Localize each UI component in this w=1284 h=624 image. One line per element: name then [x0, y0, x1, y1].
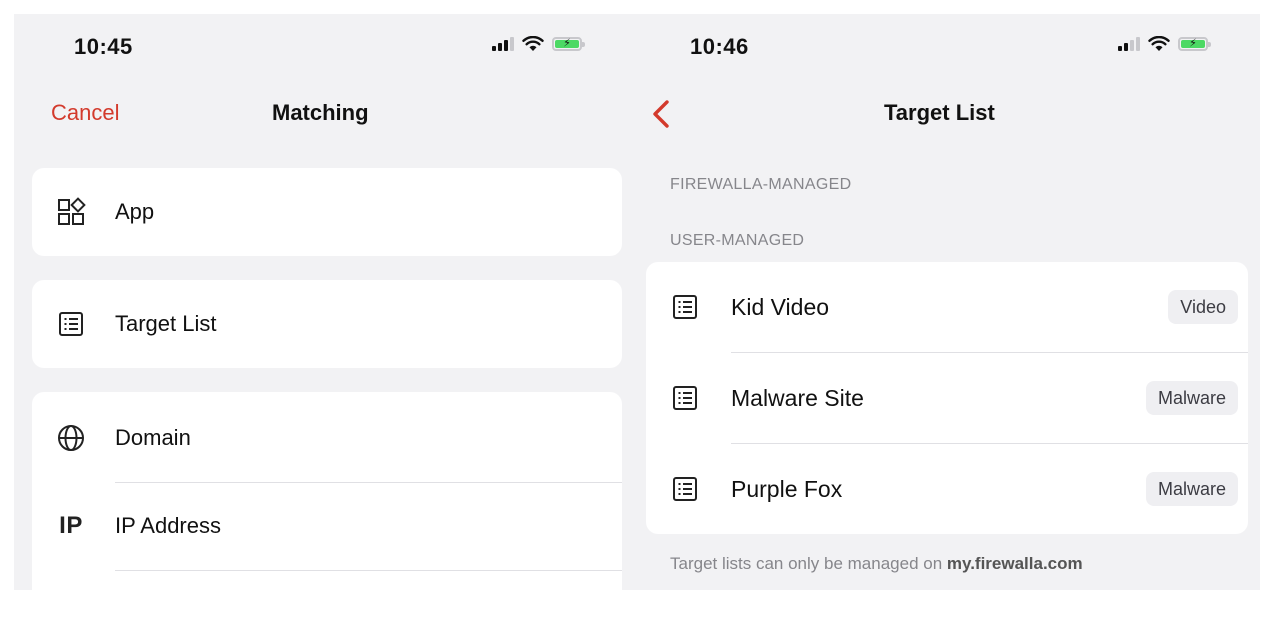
option-target-list[interactable]: Target List	[32, 280, 622, 368]
ip-icon: IP	[59, 512, 83, 539]
status-time: 10:46	[690, 34, 749, 59]
option-domain[interactable]: Domain	[32, 394, 622, 482]
list-name: Kid Video	[731, 293, 830, 320]
matching-screen: 10:45 ⚡ Cancel Matching App Target List …	[14, 14, 634, 590]
firewalla-link[interactable]: my.firewalla.com	[947, 554, 1083, 573]
globe-icon	[54, 421, 88, 455]
section-header-user-managed: USER-MANAGED	[670, 232, 805, 249]
footer-text: Target lists can only be managed on	[670, 554, 947, 573]
wifi-icon	[1148, 36, 1170, 51]
status-bar: 10:45 ⚡	[14, 14, 634, 78]
divider	[115, 570, 622, 571]
option-card-app: App	[32, 168, 622, 256]
apps-icon	[54, 195, 88, 229]
navigation-bar: Cancel Matching	[14, 78, 634, 144]
list-item[interactable]: Malware Site Malware	[646, 353, 1248, 443]
option-label: IP Address	[115, 513, 221, 538]
option-card-network: Domain IP IP Address	[32, 392, 622, 590]
page-title: Matching	[272, 100, 369, 125]
list-icon	[668, 290, 702, 324]
option-label: Target List	[115, 311, 217, 336]
category-tag: Malware	[1145, 381, 1238, 415]
navigation-bar: Target List	[634, 78, 1260, 144]
cancel-button[interactable]: Cancel	[51, 100, 119, 126]
target-list-card: Kid Video Video Malware Site Malware Pur…	[646, 262, 1248, 534]
category-tag: Malware	[1145, 472, 1238, 506]
list-name: Malware Site	[731, 384, 864, 411]
option-ip-address[interactable]: IP IP Address	[32, 482, 622, 570]
status-time: 10:45	[74, 34, 133, 59]
battery-charging-icon: ⚡	[552, 37, 585, 51]
list-item[interactable]: Purple Fox Malware	[646, 444, 1248, 534]
cellular-signal-icon	[1118, 37, 1140, 51]
option-card-target-list: Target List	[32, 280, 622, 368]
footer-note: Target lists can only be managed on my.f…	[670, 554, 1083, 574]
option-app[interactable]: App	[32, 168, 622, 256]
list-icon	[54, 307, 88, 341]
list-icon	[668, 472, 702, 506]
option-label: Domain	[115, 425, 191, 450]
section-header-firewalla-managed: FIREWALLA-MANAGED	[670, 176, 852, 193]
status-bar: 10:46 ⚡	[634, 14, 1260, 78]
target-list-screen: 10:46 ⚡ Target List FIREWALLA-MANAGED US…	[634, 14, 1260, 590]
chevron-left-icon[interactable]	[650, 98, 674, 130]
status-icons: ⚡	[492, 36, 585, 52]
list-name: Purple Fox	[731, 475, 843, 502]
status-icons: ⚡	[1118, 36, 1211, 52]
wifi-icon	[522, 36, 544, 51]
category-tag: Video	[1168, 290, 1238, 324]
list-item[interactable]: Kid Video Video	[646, 262, 1248, 352]
cellular-signal-icon	[492, 37, 514, 51]
page-title: Target List	[884, 100, 995, 125]
list-icon	[668, 381, 702, 415]
option-label: App	[115, 199, 155, 224]
battery-charging-icon: ⚡	[1178, 37, 1211, 51]
